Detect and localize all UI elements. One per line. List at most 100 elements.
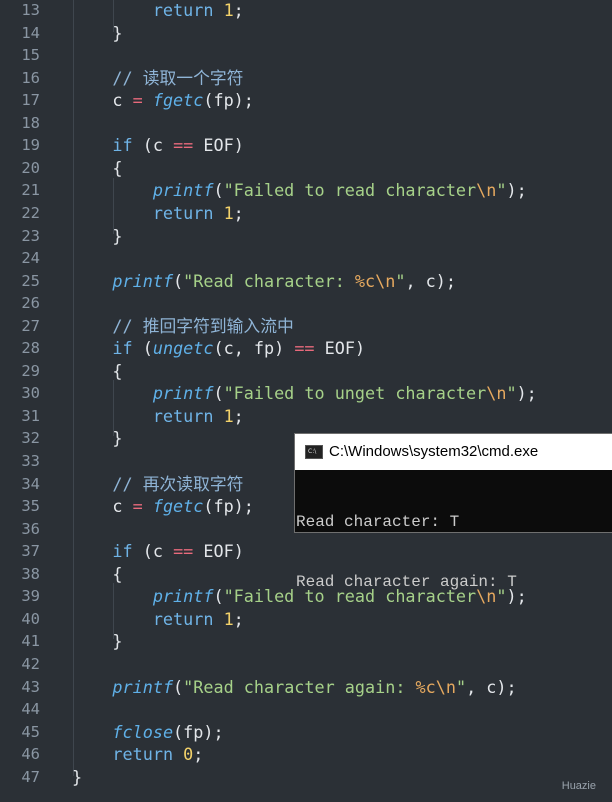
- code-token: \n: [375, 270, 396, 291]
- code-text: printf("Failed to read character\n");: [72, 179, 527, 201]
- code-text: if (c == EOF): [72, 540, 244, 562]
- code-line[interactable]: 15: [0, 44, 612, 66]
- code-editor[interactable]: 13 return 1; 14 } 15 16 // 读取一个字符 17 c = fge…: [0, 0, 612, 802]
- code-text: }: [72, 427, 123, 449]
- code-token: printf: [152, 586, 214, 607]
- line-number: 37: [21, 542, 40, 561]
- code-line[interactable]: 24: [0, 247, 612, 269]
- code-line[interactable]: 13 return 1;: [0, 0, 612, 21]
- code-line[interactable]: 29 {: [0, 360, 612, 382]
- cmd-titlebar[interactable]: C:\ C:\Windows\system32\cmd.exe: [295, 434, 612, 470]
- code-line[interactable]: 44: [0, 698, 612, 720]
- code-text: {: [72, 360, 122, 382]
- code-text: }: [72, 22, 122, 44]
- code-token: ": [395, 270, 406, 291]
- code-token: (fp);: [173, 721, 224, 742]
- code-token: fgetc: [152, 496, 204, 517]
- code-line[interactable]: 28 if (ungetc(c, fp) == EOF): [0, 337, 612, 359]
- code-line[interactable]: 27 // 推回字符到输入流中: [0, 315, 612, 337]
- line-number: 33: [21, 452, 40, 470]
- line-number: 39: [21, 587, 40, 606]
- line-number: 36: [21, 519, 40, 538]
- code-line[interactable]: 31 return 1;: [0, 405, 612, 427]
- code-line[interactable]: 16 // 读取一个字符: [0, 67, 612, 89]
- line-number: 14: [21, 23, 40, 42]
- code-token: (: [132, 338, 153, 359]
- code-token: c: [72, 90, 133, 111]
- cmd-window[interactable]: C:\ C:\Windows\system32\cmd.exe Read cha…: [294, 433, 612, 591]
- code-token: return: [152, 608, 214, 629]
- code-token: );: [506, 180, 527, 201]
- code-token: ==: [294, 338, 315, 359]
- line-number: 27: [21, 316, 40, 335]
- line-number: 42: [21, 654, 40, 673]
- code-line[interactable]: 45 fclose(fp);: [0, 721, 612, 743]
- code-token: if: [112, 135, 133, 156]
- code-token: if: [112, 541, 133, 562]
- code-text: return 1;: [72, 405, 244, 427]
- code-token: printf: [152, 180, 214, 201]
- code-token: \n: [476, 180, 497, 201]
- line-number: 44: [21, 700, 40, 719]
- line-number: 30: [21, 384, 40, 403]
- watermark: Huazie: [561, 780, 596, 792]
- code-line[interactable]: 19 if (c == EOF): [0, 134, 612, 156]
- code-token: printf: [112, 676, 174, 697]
- code-line[interactable]: 25 printf("Read character: %c\n", c);: [0, 270, 612, 292]
- code-text: // 读取一个字符: [72, 67, 243, 89]
- code-line[interactable]: 47}: [0, 766, 612, 788]
- cmd-output-line-1: Read character: T: [296, 513, 460, 531]
- code-text: return 1;: [72, 0, 244, 21]
- code-line[interactable]: 22 return 1;: [0, 202, 612, 224]
- code-token: return: [112, 744, 174, 765]
- code-token: ungetc: [152, 338, 214, 359]
- code-token: // 推回字符到输入流中: [72, 315, 294, 336]
- code-token: =: [132, 496, 143, 517]
- code-token: 1: [223, 405, 234, 426]
- code-text: c = fgetc(fp);: [72, 89, 254, 111]
- line-number: 20: [21, 158, 40, 177]
- code-text: }: [72, 630, 123, 652]
- code-line[interactable]: 18: [0, 112, 612, 134]
- code-line[interactable]: 42: [0, 653, 612, 675]
- line-number: 28: [21, 339, 40, 358]
- code-token: }: [72, 631, 123, 652]
- code-token: EOF): [193, 135, 244, 156]
- code-token: , c);: [466, 676, 517, 697]
- code-token: }: [72, 428, 123, 449]
- code-line[interactable]: 23 }: [0, 225, 612, 247]
- code-token: ;: [193, 744, 204, 765]
- code-text: fclose(fp);: [72, 721, 224, 743]
- code-token: =: [132, 90, 143, 111]
- code-line[interactable]: 21 printf("Failed to read character\n");: [0, 179, 612, 201]
- line-number: 40: [21, 609, 40, 628]
- line-number: 31: [21, 406, 40, 425]
- line-number: 29: [21, 361, 40, 380]
- line-number: 43: [21, 677, 40, 696]
- code-line[interactable]: 17 c = fgetc(fp);: [0, 89, 612, 111]
- code-token: 0: [183, 744, 194, 765]
- code-line[interactable]: 14 }: [0, 22, 612, 44]
- code-token: "Failed to unget character: [223, 383, 487, 404]
- code-token: EOF): [193, 541, 244, 562]
- console-app-icon: C:\: [305, 445, 323, 459]
- code-token: 1: [223, 0, 234, 20]
- code-line[interactable]: 26: [0, 292, 612, 314]
- code-line[interactable]: 41 }: [0, 630, 612, 652]
- code-text: return 0;: [72, 743, 203, 765]
- code-line[interactable]: 20 {: [0, 157, 612, 179]
- code-line[interactable]: 46 return 0;: [0, 743, 612, 765]
- line-number: 34: [21, 474, 40, 493]
- code-line[interactable]: 43 printf("Read character again: %c\n", …: [0, 676, 612, 698]
- code-text: printf("Read character again: %c\n", c);: [72, 676, 517, 698]
- code-line[interactable]: 30 printf("Failed to unget character\n")…: [0, 382, 612, 404]
- code-token: , c);: [405, 270, 456, 291]
